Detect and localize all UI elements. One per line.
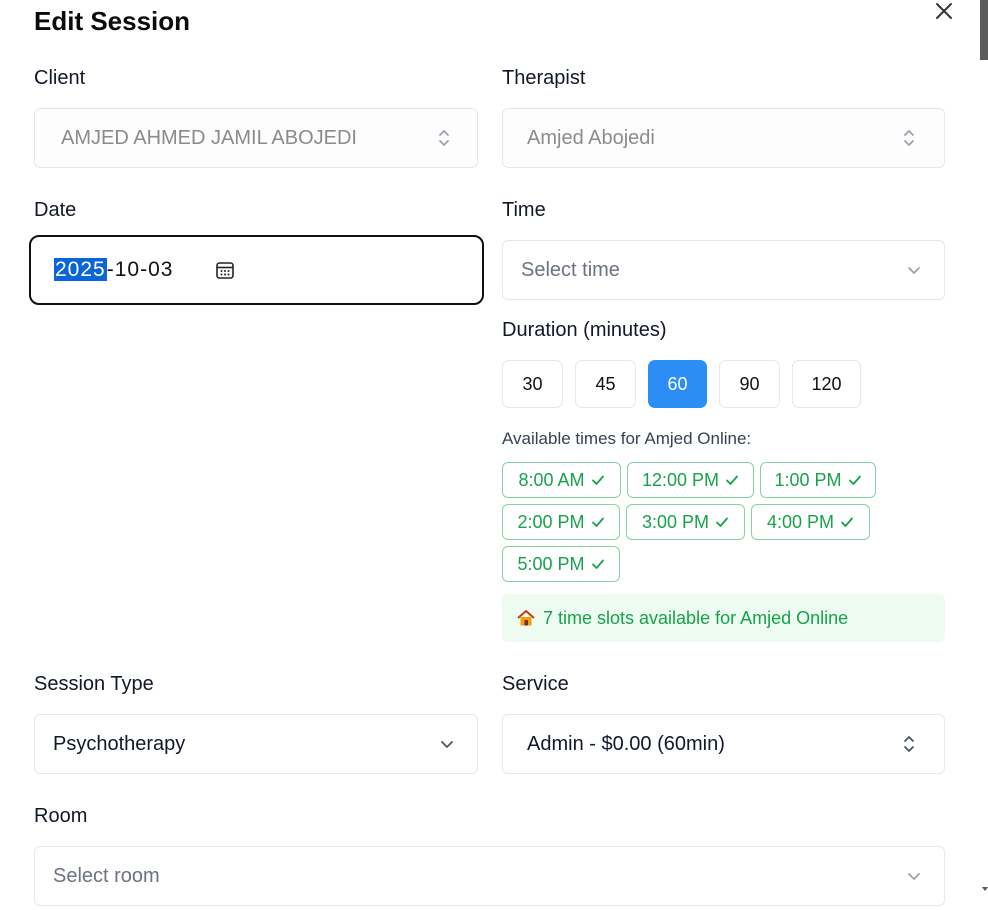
duration-30-button[interactable]: 30 <box>502 360 563 408</box>
time-slot-chip[interactable]: 5:00 PM <box>502 546 620 582</box>
room-select[interactable]: Select room <box>34 846 945 906</box>
time-slot-label: 4:00 PM <box>766 511 835 532</box>
client-select[interactable]: AMJED AHMED JAMIL ABOJEDI <box>34 108 478 168</box>
check-icon <box>726 475 738 485</box>
close-icon <box>936 3 952 19</box>
time-slot-chip[interactable]: 1:00 PM <box>760 462 876 498</box>
therapist-label: Therapist <box>502 67 586 89</box>
duration-60-button[interactable]: 60 <box>648 360 707 408</box>
chevron-up-down-icon <box>904 736 914 752</box>
time-label: Time <box>502 199 546 221</box>
time-slot-chip[interactable]: 8:00 AM <box>502 462 621 498</box>
duration-120-button[interactable]: 120 <box>792 360 861 408</box>
date-year-segment[interactable]: 2025 <box>54 258 107 281</box>
session-type-label: Session Type <box>34 673 154 695</box>
duration-45-button[interactable]: 45 <box>575 360 636 408</box>
availability-summary-banner: 7 time slots available for Amjed Online <box>502 594 945 642</box>
duration-label: Duration (minutes) <box>502 319 667 341</box>
therapist-value: Amjed Abojedi <box>527 126 655 149</box>
session-type-value: Psychotherapy <box>53 732 186 755</box>
date-month-day-segment[interactable]: -10-03 <box>107 258 174 281</box>
calendar-icon <box>216 262 235 279</box>
chevron-down-icon <box>441 741 453 748</box>
room-label: Room <box>34 805 88 827</box>
service-select[interactable]: Admin - $0.00 (60min) <box>502 714 945 774</box>
time-select[interactable]: Select time <box>502 240 945 300</box>
duration-90-button[interactable]: 90 <box>719 360 780 408</box>
time-slot-label: 8:00 AM <box>518 469 585 490</box>
check-icon <box>591 559 604 569</box>
chevron-up-down-icon <box>904 130 914 146</box>
client-value: AMJED AHMED JAMIL ABOJEDI <box>61 126 357 149</box>
client-label: Client <box>34 67 86 89</box>
check-icon <box>591 475 604 485</box>
time-slot-label: 3:00 PM <box>641 511 710 532</box>
date-label: Date <box>34 199 77 221</box>
check-icon <box>848 475 861 485</box>
chevron-down-icon <box>908 873 920 880</box>
time-placeholder: Select time <box>521 258 620 281</box>
date-input[interactable]: 2025-10-03 <box>29 235 484 305</box>
calendar-button[interactable] <box>215 260 235 280</box>
house-icon <box>517 610 535 626</box>
session-type-select[interactable]: Psychotherapy <box>34 714 478 774</box>
time-slot-label: 5:00 PM <box>517 553 585 574</box>
chevron-down-icon <box>908 267 920 274</box>
check-icon <box>591 517 604 527</box>
chevron-up-down-icon <box>439 130 449 146</box>
scroll-down-arrow-icon[interactable] <box>982 884 988 894</box>
availability-title: Available times for Amjed Online: <box>502 429 752 448</box>
time-slot-chip[interactable]: 12:00 PM <box>627 462 754 498</box>
therapist-select[interactable]: Amjed Abojedi <box>502 108 945 168</box>
time-slot-label: 12:00 PM <box>641 469 720 490</box>
close-button[interactable] <box>930 0 958 22</box>
time-slot-chip[interactable]: 4:00 PM <box>751 504 870 540</box>
availability-summary-text: 7 time slots available for Amjed Online <box>543 607 849 628</box>
service-label: Service <box>502 673 569 695</box>
time-slot-chip[interactable]: 3:00 PM <box>626 504 745 540</box>
time-slot-label: 1:00 PM <box>774 469 842 490</box>
check-icon <box>716 517 728 527</box>
dialog-title: Edit Session <box>34 6 191 36</box>
check-icon <box>841 517 853 527</box>
time-slot-label: 2:00 PM <box>517 511 585 532</box>
service-value: Admin - $0.00 (60min) <box>527 732 725 755</box>
scrollbar-thumb[interactable] <box>980 0 988 60</box>
time-slot-chip[interactable]: 2:00 PM <box>502 504 620 540</box>
room-placeholder: Select room <box>53 864 160 887</box>
